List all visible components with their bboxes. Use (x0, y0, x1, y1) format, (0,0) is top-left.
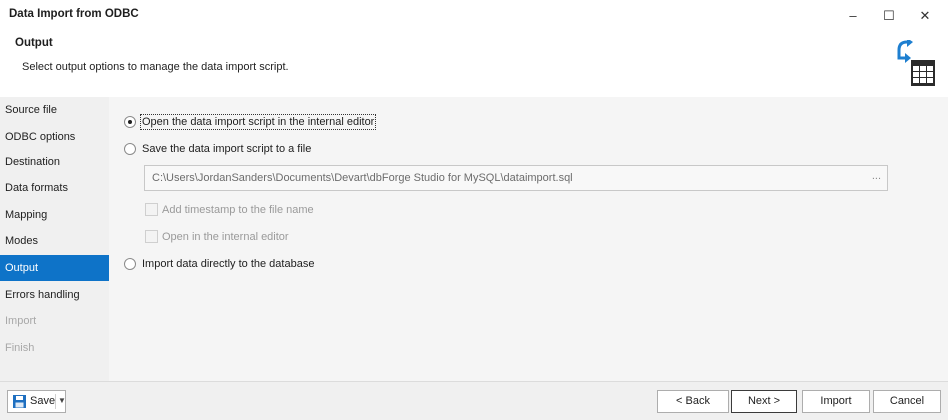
wizard-footer: Save ▼ < Back Next > Import Cancel (0, 381, 948, 420)
wizard-steps-sidebar: Source file ODBC options Destination Dat… (0, 97, 109, 381)
minimize-button[interactable]: – (840, 6, 866, 26)
next-button[interactable]: Next > (731, 390, 797, 413)
sidebar-item-mapping[interactable]: Mapping (0, 202, 109, 228)
page-subtitle: Select output options to manage the data… (22, 61, 289, 73)
import-table-icon (897, 40, 935, 86)
sidebar-item-output[interactable]: Output (0, 255, 109, 281)
add-timestamp-checkbox[interactable] (145, 203, 158, 216)
file-path-value: C:\Users\JordanSanders\Documents\Devart\… (152, 172, 573, 184)
save-split-divider (55, 394, 56, 409)
save-to-file-label[interactable]: Save the data import script to a file (142, 143, 311, 155)
floppy-disk-icon (13, 395, 26, 408)
maximize-button[interactable]: ☐ (876, 6, 902, 26)
back-button[interactable]: < Back (657, 390, 729, 413)
sidebar-item-import: Import (5, 315, 37, 327)
chevron-down-icon[interactable]: ▼ (58, 396, 66, 405)
sidebar-item-destination[interactable]: Destination (0, 149, 109, 175)
file-path-field[interactable]: C:\Users\JordanSanders\Documents\Devart\… (144, 165, 888, 191)
sidebar-item-finish: Finish (5, 342, 35, 354)
sidebar-item-errors-handling[interactable]: Errors handling (0, 282, 109, 308)
import-directly-radio[interactable] (124, 258, 136, 270)
open-in-editor-radio[interactable] (124, 116, 136, 128)
sidebar-item-odbc-options[interactable]: ODBC options (0, 124, 109, 150)
open-internal-checkbox[interactable] (145, 230, 158, 243)
open-internal-label: Open in the internal editor (162, 231, 289, 243)
import-directly-label[interactable]: Import data directly to the database (142, 258, 314, 270)
sidebar-item-data-formats[interactable]: Data formats (0, 175, 109, 201)
title-bar: Data Import from ODBC – ☐ ✕ (0, 0, 948, 30)
sidebar-item-source-file[interactable]: Source file (0, 97, 109, 123)
open-in-editor-label[interactable]: Open the data import script in the inter… (139, 114, 377, 130)
add-timestamp-label: Add timestamp to the file name (162, 204, 314, 216)
sidebar-item-modes[interactable]: Modes (0, 228, 109, 254)
close-button[interactable]: ✕ (912, 6, 938, 26)
save-to-file-radio[interactable] (124, 143, 136, 155)
import-button[interactable]: Import (802, 390, 870, 413)
cancel-button[interactable]: Cancel (873, 390, 941, 413)
window-title: Data Import from ODBC (9, 8, 139, 20)
save-button[interactable]: Save ▼ (7, 390, 66, 413)
page-title: Output (15, 37, 53, 49)
browse-button[interactable]: ... (872, 170, 881, 182)
save-label: Save (30, 395, 56, 407)
